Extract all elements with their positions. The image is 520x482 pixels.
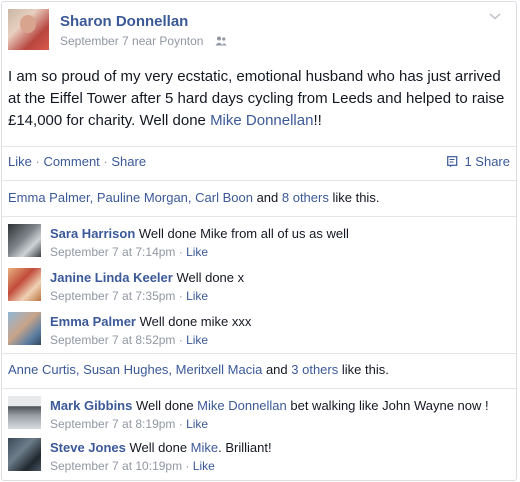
share-icon [447,156,458,168]
comment: Mark Gibbins Well done Mike Donnellan be… [8,396,508,436]
comment-text: . Brilliant! [218,440,272,455]
comment: Steve Jones Well done Mike. Brilliant! S… [8,438,508,478]
comment-like-button[interactable]: Like [193,459,215,473]
likes-and: and [262,362,292,377]
divider [2,388,516,389]
comment-text: Well done mike xxx [136,314,252,329]
comment-text: bet walking like John Wayne now ! [286,398,489,413]
comment-time[interactable]: September 7 at 7:35pm [50,289,175,303]
comment-author[interactable]: Mark Gibbins [50,398,132,413]
commenter-avatar[interactable] [8,396,41,429]
people-icon[interactable] [215,36,227,46]
chevron-down-icon[interactable] [488,11,502,21]
comment-body: Janine Linda Keeler Well done x Septembe… [50,270,245,303]
divider [2,216,516,217]
divider [2,146,516,147]
like-button[interactable]: Like [8,154,32,169]
comment-text: Well done [125,440,191,455]
comment-time[interactable]: September 7 at 10:19pm [50,459,182,473]
comment-like-button[interactable]: Like [186,289,208,303]
author-avatar[interactable] [8,9,49,50]
comment: Emma Palmer Well done mike xxx September… [8,312,508,352]
commenter-avatar[interactable] [8,224,41,257]
comment-time[interactable]: September 7 at 8:19pm [50,417,175,431]
likers-names[interactable]: Emma Palmer, Pauline Morgan, Carl Boon [8,190,253,205]
post-author-name[interactable]: Sharon Donnellan [60,13,188,30]
post-meta: September 7 near Poynton [60,34,204,48]
comment-like-button[interactable]: Like [186,333,208,347]
action-bar: Like · Comment · Share 1 Share [8,154,510,172]
comment-like-button[interactable]: Like [186,245,208,259]
comment-body: Sara Harrison Well done Mike from all of… [50,226,349,259]
share-count[interactable]: 1 Share [447,154,510,169]
comment: Sara Harrison Well done Mike from all of… [8,224,508,264]
likes-summary: Anne Curtis, Susan Hughes, Meritxell Mac… [8,362,389,377]
comment-author[interactable]: Janine Linda Keeler [50,270,173,285]
comment-body: Steve Jones Well done Mike. Brilliant! S… [50,440,272,473]
comment-button[interactable]: Comment [43,154,99,169]
comment-text: Well done Mike from all of us as well [135,226,349,241]
commenter-avatar[interactable] [8,438,41,471]
tagged-person-link[interactable]: Mike Donnellan [197,398,287,413]
post-header: Sharon Donnellan September 7 near Poynto… [8,9,508,53]
likers-names[interactable]: Anne Curtis, Susan Hughes, Meritxell Mac… [8,362,262,377]
commenter-avatar[interactable] [8,268,41,301]
comment-text: Well done [132,398,198,413]
comment-time[interactable]: September 7 at 8:52pm [50,333,175,347]
divider [2,353,516,354]
comment-like-button[interactable]: Like [186,417,208,431]
commenter-avatar[interactable] [8,312,41,345]
post-text-end: !! [313,112,322,129]
comment-author[interactable]: Steve Jones [50,440,126,455]
divider [2,180,516,181]
comment-time[interactable]: September 7 at 7:14pm [50,245,175,259]
comment-author[interactable]: Emma Palmer [50,314,136,329]
likes-summary: Emma Palmer, Pauline Morgan, Carl Boon a… [8,190,379,205]
comment-author[interactable]: Sara Harrison [50,226,135,241]
comment-body: Emma Palmer Well done mike xxx September… [50,314,252,347]
share-button[interactable]: Share [111,154,146,169]
likers-others-link[interactable]: 3 others [291,362,338,377]
comment-text: Well done x [172,270,245,285]
likes-and: and [252,190,282,205]
likes-suffix: like this. [328,190,380,205]
post-text: I am so proud of my very ecstatic, emoti… [8,66,508,132]
likes-suffix: like this. [338,362,389,377]
share-count-label: 1 Share [464,154,510,169]
post-card: Sharon Donnellan September 7 near Poynto… [1,1,517,481]
comment-body: Mark Gibbins Well done Mike Donnellan be… [50,398,489,431]
likers-others-link[interactable]: 8 others [282,190,329,205]
tagged-person-link[interactable]: Mike Donnellan [210,112,313,129]
comment: Janine Linda Keeler Well done x Septembe… [8,268,508,308]
tagged-person-link[interactable]: Mike [191,440,218,455]
